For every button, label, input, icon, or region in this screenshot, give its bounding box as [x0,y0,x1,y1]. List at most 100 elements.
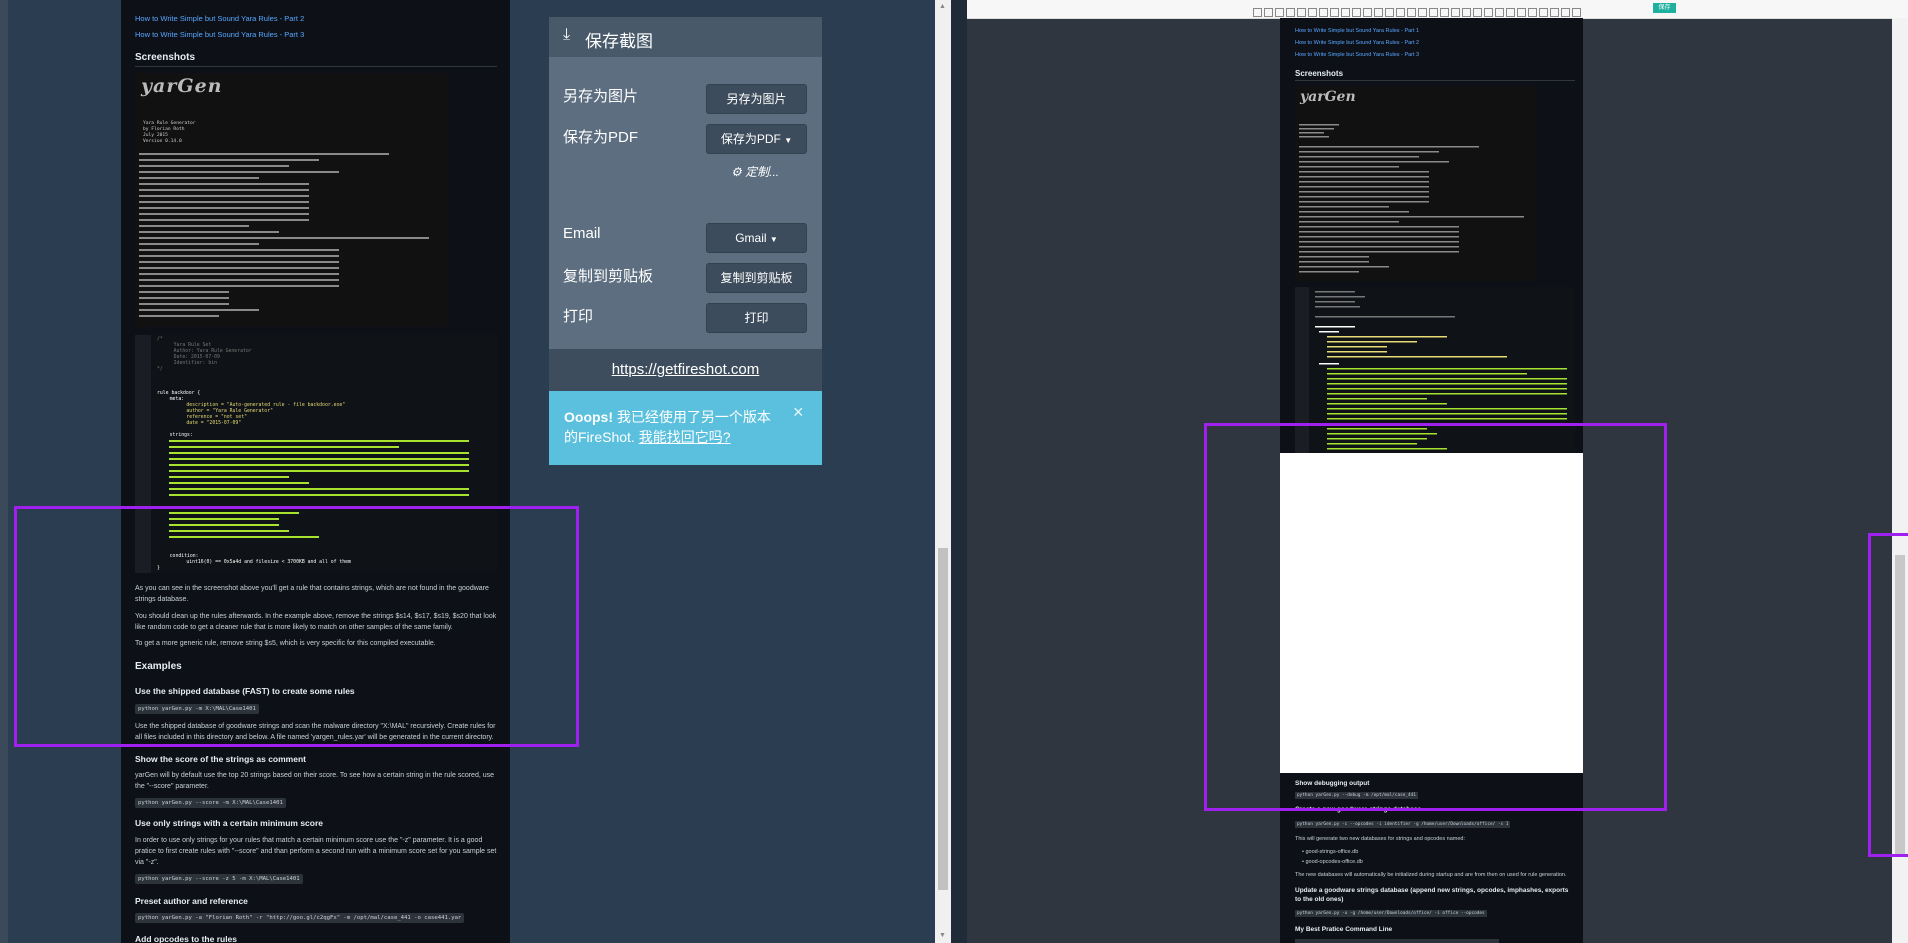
link-part1[interactable]: How to Write Simple but Sound Yara Rules… [1295,28,1419,34]
tool-icon[interactable] [1275,8,1284,18]
code-line: description = "Auto-generated rule - fil… [169,403,346,408]
example-code: python yarGen.py --score -m X:\MAL\Case1… [135,798,286,808]
scroll-down-icon[interactable]: ▼ [939,932,946,939]
paragraph: The new databases will automatically be … [1295,872,1567,878]
code-line: Yara Rule Set [165,343,212,348]
copy-button[interactable]: 复制到剪贴板 [706,263,807,293]
tool-icon[interactable] [1352,8,1361,18]
code-line: reference = "not set" [169,415,247,420]
save-image-button[interactable]: 另存为图片 [706,84,807,114]
terminal-screenshot-thumb: yarGen [1295,86,1535,281]
code-line: */ [157,367,163,372]
tool-icon[interactable] [1561,8,1570,18]
link-part3[interactable]: How to Write Simple but Sound Yara Rules… [135,30,304,39]
tool-icon[interactable] [1528,8,1537,18]
example-code: python yarGen.py --score -z 5 -m X:\MAL\… [135,874,303,884]
tool-icon[interactable] [1374,8,1383,18]
code-line: meta: [161,397,185,402]
code-line: /* [157,337,163,342]
tool-icon[interactable] [1330,8,1339,18]
tool-icon[interactable] [1385,8,1394,18]
email-label: Email [563,225,601,242]
tool-icon[interactable] [1572,8,1581,18]
link-part2[interactable]: How to Write Simple but Sound Yara Rules… [1295,40,1419,46]
github-readme-page: How to Write Simple but Sound Yara Rules… [121,0,510,943]
customize-link[interactable]: ⚙ 定制... [731,163,779,180]
tool-icon[interactable] [1341,8,1350,18]
terminal-thumb-lines [1299,124,1524,273]
scroll-up-icon[interactable]: ▲ [939,3,946,10]
copy-label: 复制到剪贴板 [563,268,654,285]
selection-highlight [14,506,579,747]
gear-icon: ⚙ [731,165,742,179]
getfireshot-link[interactable]: https://getfireshot.com [549,361,822,378]
tool-icon[interactable] [1517,8,1526,18]
link-part3[interactable]: How to Write Simple but Sound Yara Rules… [1295,52,1419,58]
example-title: Use only strings with a certain minimum … [135,818,323,828]
terminal-output-lines [139,153,429,317]
scrollbar-thumb[interactable] [938,548,948,890]
editor-toolbar: 保存 [967,0,1908,19]
bullet-item: • good-opcodes-office.db [1302,859,1363,865]
left-scrollbar[interactable]: ▲ ▼ [935,0,951,943]
bullet-text: good-opcodes-office.db [1305,859,1363,865]
caret-down-icon: ▼ [784,136,793,145]
close-icon[interactable]: × [793,402,804,422]
tool-icon[interactable] [1418,8,1427,18]
paragraph: This will generate two new databases for… [1295,836,1465,842]
example-title: Add opcodes to the rules [135,934,238,943]
paragraph: yarGen will by default use the top 20 st… [135,772,495,790]
tool-icon[interactable] [1264,8,1273,18]
code-line: strings: [161,433,193,438]
pane-divider [951,0,967,943]
tool-icon[interactable] [1495,8,1504,18]
heading-divider [135,66,497,67]
screenshots-heading: Screenshots [135,52,196,63]
new-db-code: python yarGen.py -c --opcodes -i identif… [1295,821,1511,828]
tool-icon[interactable] [1539,8,1548,18]
code-line: Date: 2015-07-09 [165,355,220,360]
tool-icon[interactable] [1440,8,1449,18]
header-title: 保存截图 [585,32,653,51]
code-line: rule backdoor { [157,391,201,396]
tool-icon[interactable] [1429,8,1438,18]
link-part2[interactable]: How to Write Simple but Sound Yara Rules… [135,14,304,23]
code-line: author = "Yara Rule Generator" [169,409,273,414]
tool-icon[interactable] [1484,8,1493,18]
alert-box: Ooops! 我已经使用了另一个版本的FireShot. 我能找回它吗? × [549,391,822,465]
terminal-screenshot: yarGen Yara Rule Generator by Florian Ro… [135,73,447,327]
tool-icon[interactable] [1297,8,1306,18]
tool-icon[interactable] [1451,8,1460,18]
code-line: Identifier: bin [165,361,217,366]
tool-icon[interactable] [1473,8,1482,18]
code-line: date = "2015-07-09" [169,421,242,426]
bullet-text: good-strings-office.db [1305,849,1359,855]
tool-icon[interactable] [1363,8,1372,18]
left-window-edge [0,0,8,943]
tool-icon[interactable] [1319,8,1328,18]
save-badge-button[interactable]: 保存 [1653,3,1676,13]
email-dropdown[interactable]: Gmail ▼ [706,223,807,253]
tool-icon[interactable] [1407,8,1416,18]
tool-icon[interactable] [1462,8,1471,18]
tool-icon[interactable] [1396,8,1405,18]
print-button[interactable]: 打印 [706,303,807,333]
alert-link[interactable]: 我能找回它吗? [639,429,731,445]
save-pdf-dropdown[interactable]: 保存为PDF ▼ [706,124,807,154]
update-heading: Update a goodware strings database (appe… [1295,887,1569,903]
tool-icon[interactable] [1308,8,1317,18]
save-pdf-label: 保存为PDF [563,129,639,146]
tool-icon[interactable] [1286,8,1295,18]
tool-icon[interactable] [1253,8,1262,18]
alert-message: Ooops! 我已经使用了另一个版本的FireShot. 我能找回它吗? [564,407,784,447]
example-title: Show the score of the strings as comment [135,754,306,764]
tool-icon[interactable] [1506,8,1515,18]
alert-bold: Ooops! [564,409,613,425]
update-code: python yarGen.py -u -g /home/user/Downlo… [1295,910,1487,917]
code-line: Author: Yara Rule Generator [165,349,252,354]
tool-icon[interactable] [1550,8,1559,18]
best-practice-code [1295,939,1499,943]
crop-selection-box[interactable] [1204,423,1667,811]
screenshots-heading: Screenshots [1295,69,1344,78]
email-button-label: Gmail [735,231,767,245]
